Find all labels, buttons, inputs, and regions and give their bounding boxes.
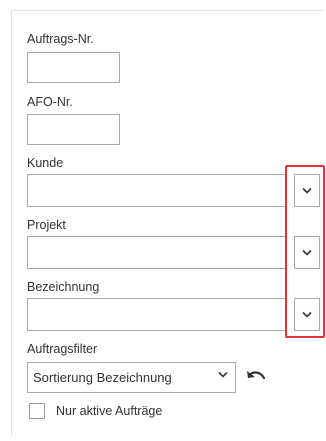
bezeichnung-label: Bezeichnung xyxy=(27,280,100,294)
kunde-combobox-input[interactable] xyxy=(27,174,287,207)
auftragsfilter-label: Auftragsfilter xyxy=(27,342,98,356)
bezeichnung-dropdown-button[interactable] xyxy=(294,298,320,331)
auftragsfilter-select[interactable]: Sortierung Bezeichnung xyxy=(27,362,236,393)
projekt-label: Projekt xyxy=(27,218,66,232)
nur-aktive-checkbox[interactable] xyxy=(29,403,45,419)
chevron-down-icon xyxy=(302,187,312,194)
projekt-dropdown-button[interactable] xyxy=(294,236,320,269)
projekt-combobox-input[interactable] xyxy=(27,236,287,269)
afo-nr-label: AFO-Nr. xyxy=(27,95,73,109)
auftragsfilter-selected-value: Sortierung Bezeichnung xyxy=(33,370,172,385)
auftrags-nr-label: Auftrags-Nr. xyxy=(27,32,94,46)
kunde-label: Kunde xyxy=(27,156,64,170)
afo-nr-input[interactable] xyxy=(27,114,120,145)
chevron-down-icon xyxy=(218,371,228,378)
nur-aktive-label: Nur aktive Aufträge xyxy=(56,404,163,418)
undo-icon xyxy=(247,371,266,380)
kunde-dropdown-button[interactable] xyxy=(294,174,320,207)
bezeichnung-combobox-input[interactable] xyxy=(27,298,287,331)
auftrags-nr-input[interactable] xyxy=(27,52,120,83)
chevron-down-icon xyxy=(302,249,312,256)
chevron-down-icon xyxy=(302,311,312,318)
reset-filter-button[interactable] xyxy=(244,366,268,388)
